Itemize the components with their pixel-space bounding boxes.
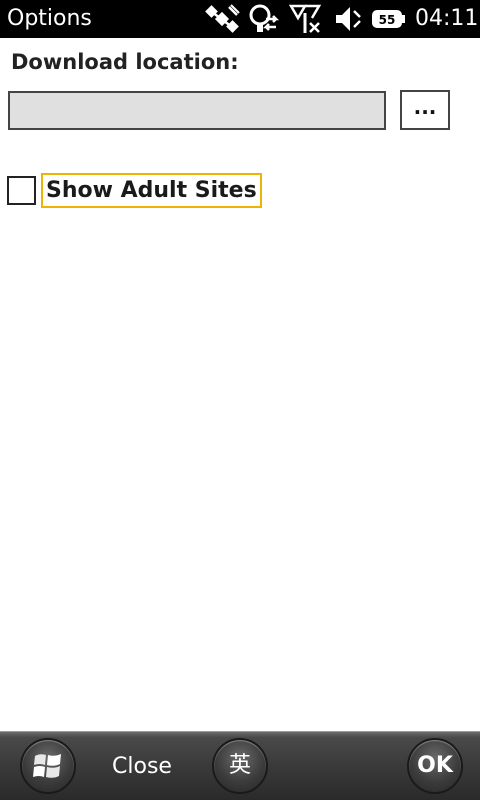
no-signal-icon xyxy=(289,3,325,35)
satellite-icon xyxy=(204,3,240,35)
input-method-button[interactable]: 英 xyxy=(212,738,268,794)
battery-level-text: 55 xyxy=(379,13,396,27)
download-location-label: Download location: xyxy=(11,50,239,74)
app-title: Options xyxy=(7,6,92,31)
show-adult-sites-label[interactable]: Show Adult Sites xyxy=(41,173,262,208)
windows-flag-icon xyxy=(33,754,61,778)
close-button[interactable]: Close xyxy=(100,750,184,784)
speaker-icon xyxy=(332,3,364,35)
ok-button[interactable]: OK xyxy=(407,738,463,794)
clock-time: 04:11 xyxy=(415,6,479,31)
browse-button[interactable]: ... xyxy=(400,90,450,130)
start-button[interactable] xyxy=(20,738,76,794)
download-location-input[interactable] xyxy=(8,91,386,130)
sync-connection-icon xyxy=(246,3,282,35)
status-bar[interactable]: Options 55 04:11 xyxy=(0,0,480,38)
show-adult-sites-checkbox[interactable] xyxy=(7,176,36,205)
battery-icon: 55 xyxy=(370,3,406,35)
